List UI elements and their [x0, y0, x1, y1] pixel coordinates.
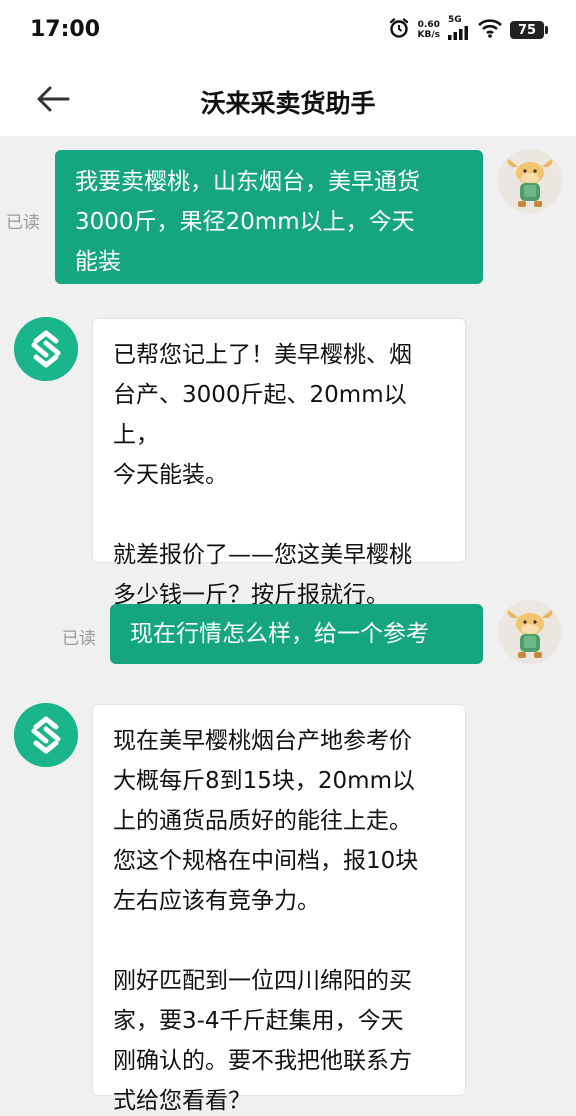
net-speed-value: 0.60: [417, 20, 440, 30]
message-paragraph: 刚好匹配到一位四川绵阳的买 家，要3-4千斤赶集用，今天 刚确认的。要不我把他联…: [113, 961, 445, 1116]
wifi-icon: [478, 18, 502, 42]
user-message-bubble[interactable]: 我要卖樱桃，山东烟台，美早通货 3000斤，果径20mm以上，今天 能装: [55, 150, 483, 284]
message-line: 大概每斤8到15块，20mm以: [113, 768, 415, 794]
cow-mascot-icon: [498, 149, 562, 213]
cell-signal: 5G: [448, 16, 470, 44]
message-line: 台产、3000斤起、20mm以上，: [113, 382, 407, 448]
net-speed-unit: KB/s: [417, 30, 440, 40]
header: 沃来采卖货助手: [0, 62, 576, 136]
network-type: 5G: [448, 15, 462, 25]
chat-list[interactable]: 已读 我要卖樱桃，山东烟台，美早通货 3000斤，果径20mm以上，今天 能装: [0, 136, 576, 1116]
status-bar: 17:00 0.60 KB/s 5G 75: [0, 0, 576, 62]
assistant-message-bubble[interactable]: 现在美早樱桃烟台产地参考价 大概每斤8到15块，20mm以 上的通货品质好的能往…: [92, 704, 466, 1114]
message-line: 家，要3-4千斤赶集用，今天: [113, 1008, 404, 1034]
user-avatar[interactable]: [498, 600, 562, 664]
assistant-message-bubble[interactable]: 已帮您记上了！美早樱桃、烟 台产、3000斤起、20mm以上， 今天能装。 就差…: [92, 318, 466, 608]
message-line: 刚确认的。要不我把他联系方: [113, 1048, 412, 1074]
user-message-bubble[interactable]: 现在行情怎么样，给一个参考: [110, 604, 483, 664]
signal-icon: [448, 25, 470, 44]
cow-mascot-icon: [498, 600, 562, 664]
read-status: 已读: [62, 629, 96, 649]
message-line: 现在美早樱桃烟台产地参考价: [113, 728, 412, 754]
page-title: 沃来采卖货助手: [200, 89, 376, 118]
message-line: 左右应该有竞争力。: [113, 888, 320, 914]
alarm-icon: [388, 17, 410, 43]
message-paragraph: 就差报价了——您这美早樱桃 多少钱一斤？按斤报就行。: [113, 535, 445, 615]
message-paragraph: 现在美早樱桃烟台产地参考价 大概每斤8到15块，20mm以 上的通货品质好的能往…: [113, 721, 445, 921]
message-line: 现在行情怎么样，给一个参考: [130, 621, 429, 647]
assistant-avatar[interactable]: [14, 317, 78, 381]
net-speed: 0.60 KB/s: [418, 20, 440, 40]
message-paragraph: 已帮您记上了！美早樱桃、烟 台产、3000斤起、20mm以上， 今天能装。: [113, 335, 445, 495]
message-line: 能装: [75, 249, 121, 275]
message-line: 上的通货品质好的能往上走。: [113, 808, 412, 834]
assistant-avatar[interactable]: [14, 703, 78, 767]
message-line: 已帮您记上了！美早樱桃、烟: [113, 342, 412, 368]
assistant-logo-icon: [14, 703, 78, 767]
message-line: 3000斤，果径20mm以上，今天: [75, 209, 415, 235]
message-line: 刚好匹配到一位四川绵阳的买: [113, 968, 412, 994]
message-line: 今天能装。: [113, 462, 228, 488]
read-status: 已读: [6, 213, 40, 233]
message-line: 您这个规格在中间档，报10块: [113, 848, 419, 874]
battery-icon: 75: [510, 21, 548, 39]
chat-screen: 17:00 0.60 KB/s 5G 75 沃来采卖货助手 已读 我要卖樱桃，山…: [0, 0, 576, 1116]
battery-level: 75: [517, 22, 537, 38]
message-line: 我要卖樱桃，山东烟台，美早通货: [75, 169, 420, 195]
user-avatar[interactable]: [498, 149, 562, 213]
assistant-logo-icon: [14, 317, 78, 381]
message-line: 式给您看看？: [113, 1088, 251, 1114]
status-time: 17:00: [30, 17, 101, 42]
status-icons: 0.60 KB/s 5G 75: [388, 16, 548, 44]
message-line: 就差报价了——您这美早樱桃: [113, 542, 412, 568]
